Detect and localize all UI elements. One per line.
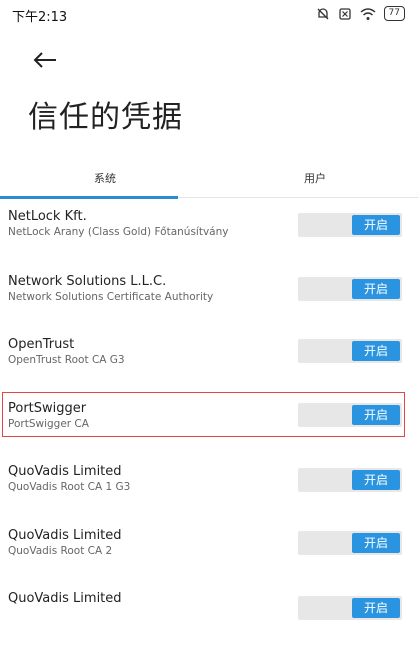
credential-name: QuoVadis Limited bbox=[8, 591, 122, 606]
tab-divider bbox=[178, 197, 419, 198]
toggle-on-label: 开启 bbox=[352, 341, 400, 361]
credential-toggle[interactable]: 开启 bbox=[298, 530, 402, 555]
list-item[interactable]: QuoVadis Limited QuoVadis Root CA 2 开启 bbox=[0, 524, 419, 588]
toggle-on-label: 开启 bbox=[352, 278, 400, 299]
status-time: 下午2:13 bbox=[12, 10, 68, 25]
status-icons: 77 bbox=[316, 6, 405, 21]
credential-name: Network Solutions L.L.C. bbox=[8, 273, 167, 289]
status-bar: 下午2:13 77 bbox=[0, 0, 419, 28]
credential-detail: NetLock Arany (Class Gold) Főtanúsítvány bbox=[8, 226, 229, 238]
credential-name: QuoVadis Limited bbox=[8, 464, 122, 479]
list-item[interactable]: QuoVadis Limited QuoVadis Root CA 1 G3 开… bbox=[0, 460, 419, 524]
back-button[interactable] bbox=[30, 45, 60, 75]
mute-bell-icon bbox=[317, 7, 329, 19]
list-item[interactable]: NetLock Kft. NetLock Arany (Class Gold) … bbox=[0, 206, 419, 270]
list-item[interactable]: PortSwigger PortSwigger CA 开启 bbox=[0, 397, 419, 461]
credential-name: OpenTrust bbox=[8, 337, 75, 352]
credential-name: QuoVadis Limited bbox=[8, 527, 122, 543]
toggle-on-label: 开启 bbox=[352, 470, 400, 490]
no-sim-icon bbox=[338, 7, 351, 20]
credential-detail: Network Solutions Certificate Authority bbox=[8, 290, 214, 303]
toggle-on-label: 开启 bbox=[352, 215, 400, 235]
credential-name: PortSwigger bbox=[8, 400, 87, 416]
tab-bar: 系统 用户 bbox=[0, 160, 419, 200]
credential-toggle[interactable]: 开启 bbox=[298, 402, 402, 427]
list-item[interactable]: QuoVadis Limited 开启 bbox=[0, 587, 419, 651]
credential-detail: QuoVadis Root CA 1 G3 bbox=[8, 481, 131, 493]
credential-toggle[interactable]: 开启 bbox=[298, 213, 402, 237]
credential-list: NetLock Kft. NetLock Arany (Class Gold) … bbox=[0, 206, 419, 651]
credential-toggle[interactable]: 开启 bbox=[298, 468, 402, 492]
wifi-icon bbox=[360, 7, 376, 20]
credential-toggle[interactable]: 开启 bbox=[298, 276, 402, 301]
toggle-on-label: 开启 bbox=[352, 404, 400, 425]
credential-detail: QuoVadis Root CA 2 bbox=[8, 544, 113, 557]
page-title: 信任的凭据 bbox=[28, 100, 183, 135]
credential-toggle[interactable]: 开启 bbox=[298, 596, 402, 620]
credential-detail: PortSwigger CA bbox=[8, 417, 89, 430]
credential-name: NetLock Kft. bbox=[8, 209, 87, 224]
tab-user[interactable]: 用户 bbox=[240, 170, 390, 186]
list-item[interactable]: OpenTrust OpenTrust Root CA G3 开启 bbox=[0, 333, 419, 397]
credential-toggle[interactable]: 开启 bbox=[298, 339, 402, 363]
toggle-on-label: 开启 bbox=[352, 598, 400, 618]
toggle-on-label: 开启 bbox=[352, 532, 400, 553]
list-item[interactable]: Network Solutions L.L.C. Network Solutio… bbox=[0, 270, 419, 334]
credential-detail: OpenTrust Root CA G3 bbox=[8, 354, 125, 366]
back-arrow-icon bbox=[33, 52, 56, 68]
tab-system[interactable]: 系统 bbox=[30, 170, 180, 186]
battery-indicator: 77 bbox=[383, 6, 405, 21]
tab-indicator bbox=[0, 196, 178, 199]
